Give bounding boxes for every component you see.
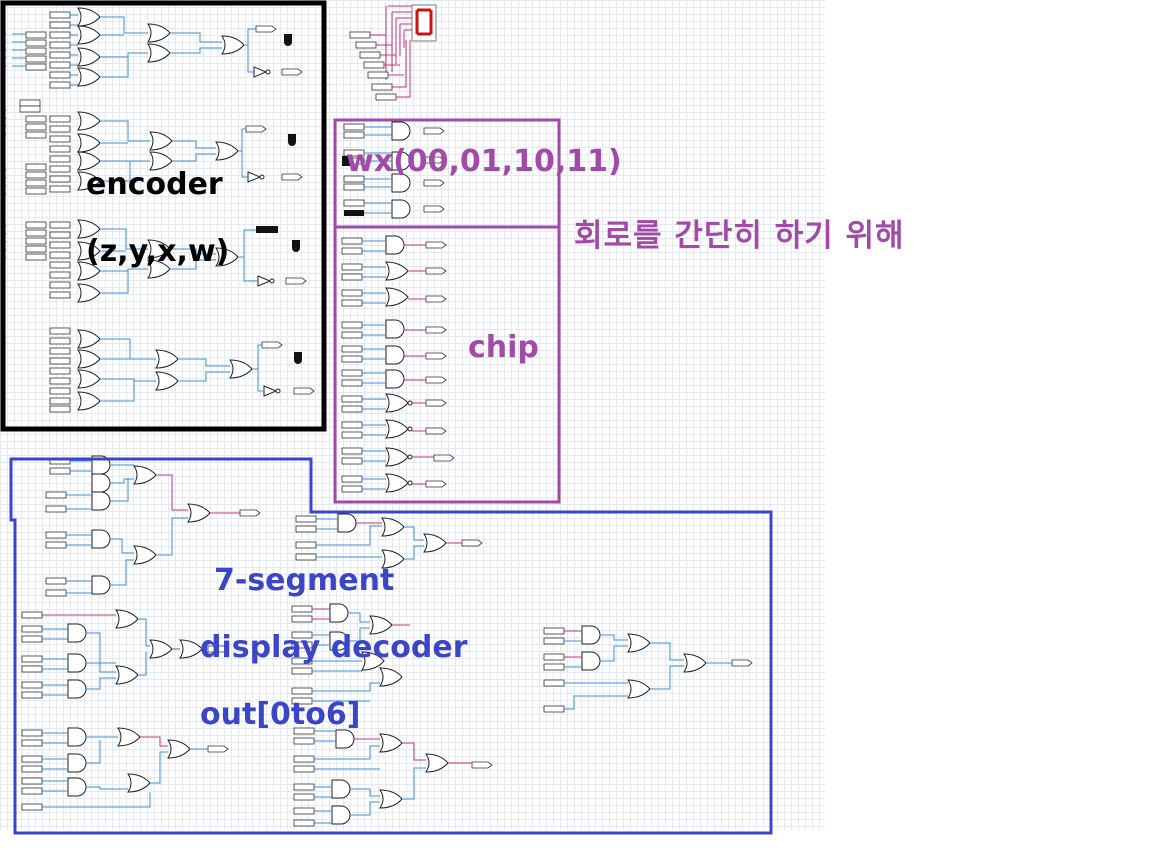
encoder-circuits [2, 7, 315, 413]
circuit-svg [0, 0, 773, 835]
encoder-vars: (z,y,x,w) [86, 234, 230, 269]
decoder-title-line1: 7-segment [214, 563, 395, 598]
encoder-title: encoder [86, 167, 223, 202]
decoder-title-line3: out[0to6] [200, 697, 361, 732]
chip-title: chip [468, 330, 539, 365]
korean-note: 회로를 간단히 하기 위해 [574, 218, 905, 254]
circuit-canvas: encoder (z,y,x,w) wx(00,01,10,11) 회로를 간단… [0, 0, 1152, 850]
seven-segment-display [349, 4, 437, 101]
decoder-title-line2: display decoder [200, 630, 468, 665]
wx-title: wx(00,01,10,11) [346, 144, 622, 179]
